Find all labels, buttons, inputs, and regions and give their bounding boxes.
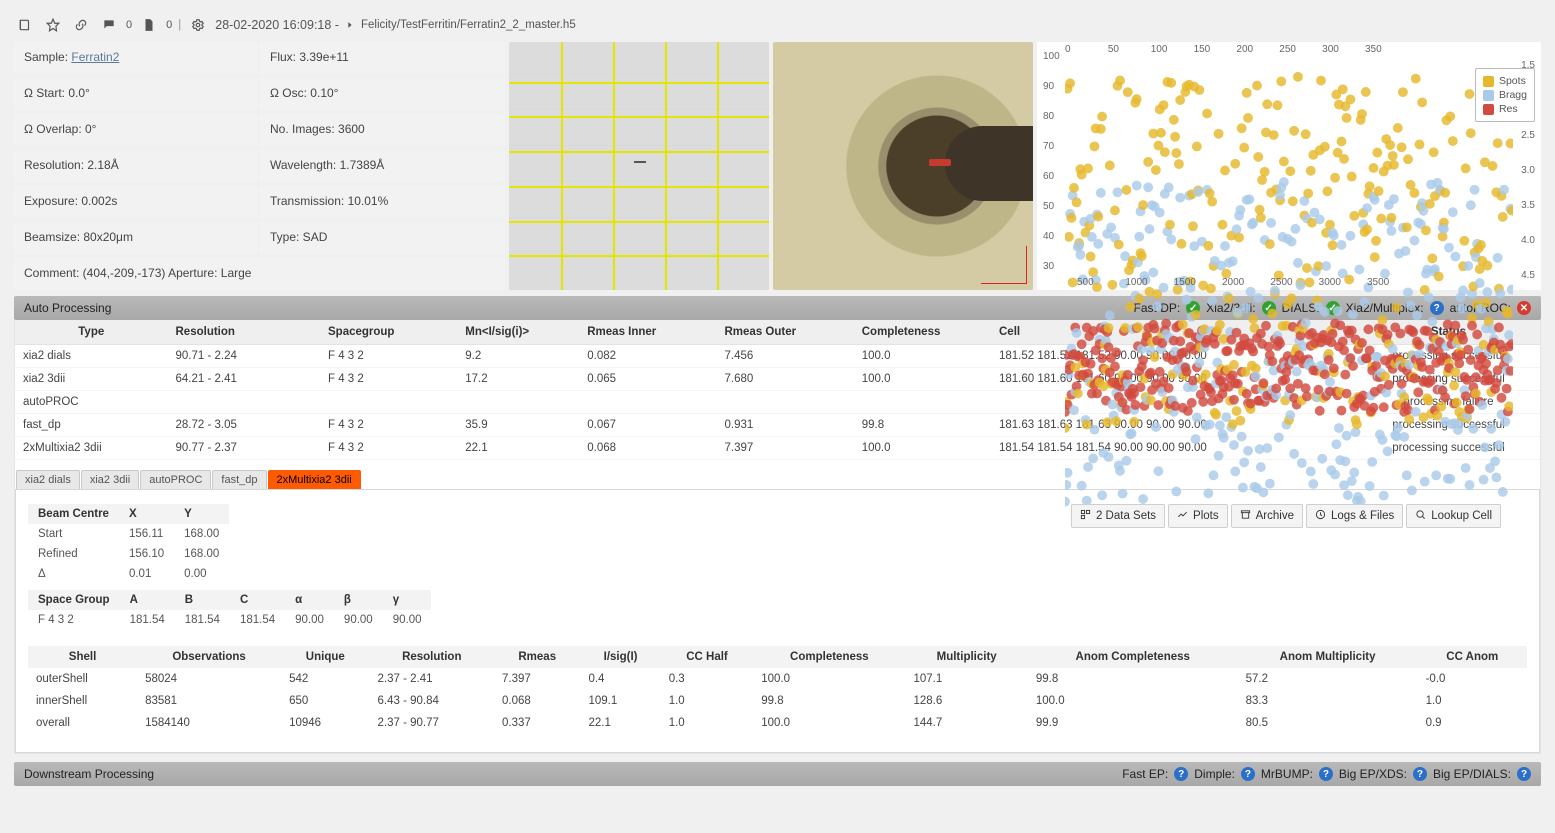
document-icon[interactable] <box>138 14 160 36</box>
shell-stats-table: ShellObservationsUniqueResolutionRmeasI/… <box>28 646 1527 734</box>
action-archive[interactable]: Archive <box>1231 504 1303 528</box>
book-icon[interactable] <box>14 14 36 36</box>
chart-icon <box>1177 509 1188 523</box>
meta-cell: Ω Osc: 0.10° <box>260 78 505 110</box>
question-icon: ? <box>1413 767 1427 781</box>
chart-legend: Spots Bragg Res <box>1475 68 1535 122</box>
spot-chart[interactable]: Spots Bragg Res 304050607080901001.52.02… <box>1037 42 1541 290</box>
action-lookup-cell[interactable]: Lookup Cell <box>1406 504 1501 528</box>
meta-cell: Flux: 3.39e+11 <box>260 42 505 74</box>
question-icon: ? <box>1174 767 1188 781</box>
comment-icon[interactable] <box>98 14 120 36</box>
link-icon[interactable] <box>70 14 92 36</box>
meta-cell: Resolution: 2.18Å <box>14 150 257 182</box>
question-icon: ? <box>1319 767 1333 781</box>
table-row: innerShell835816506.43 - 90.840.068109.1… <box>28 690 1527 712</box>
scale-bar-icon <box>981 246 1027 284</box>
meta-cell: Ω Overlap: 0° <box>14 114 257 146</box>
table-row: overall1584140109462.37 - 90.770.33722.1… <box>28 712 1527 734</box>
header-toolbar: 0 0 | 28-02-2020 16:09:18 - Felicity/Tes… <box>14 14 1541 36</box>
breadcrumb: Felicity/TestFerritin/Ferratin2_2_master… <box>361 19 576 31</box>
clock-icon <box>1315 509 1326 523</box>
meta-cell: Transmission: 10.01% <box>260 186 505 218</box>
meta-cell: Sample: Ferratin2 <box>14 42 257 74</box>
star-icon[interactable] <box>42 14 64 36</box>
meta-cell: Exposure: 0.002s <box>14 186 257 218</box>
search-icon <box>1415 509 1426 523</box>
meta-cell: Wavelength: 1.7389Å <box>260 150 505 182</box>
tab-xia2-3dii[interactable]: xia2 3dii <box>81 470 139 489</box>
sample-link[interactable]: Ferratin2 <box>71 50 119 64</box>
meta-comment: Comment: (404,-209,-173) Aperture: Large <box>14 258 505 290</box>
table-row: Δ0.010.00 <box>28 564 229 584</box>
table-row: Refined156.10168.00 <box>28 544 229 564</box>
table-row: outerShell580245422.37 - 2.417.3970.40.3… <box>28 668 1527 690</box>
diffraction-image[interactable] <box>509 42 769 290</box>
question-icon: ? <box>1517 767 1531 781</box>
downstream-status-row: Fast EP:? Dimple:? MrBUMP:? Big EP/XDS:?… <box>1122 767 1531 781</box>
downstream-title: Downstream Processing <box>24 767 154 781</box>
pipeline-detail-pane: 2 Data SetsPlotsArchiveLogs & FilesLooku… <box>15 489 1540 753</box>
meta-cell: Type: SAD <box>260 222 505 254</box>
meta-cell: Ω Start: 0.0° <box>14 78 257 110</box>
tab-fast_dp[interactable]: fast_dp <box>212 470 266 489</box>
cross-icon: ✕ <box>1517 301 1531 315</box>
document-count: 0 <box>166 19 172 31</box>
archive-icon <box>1240 509 1251 523</box>
tab-2xmultixia2-3dii[interactable]: 2xMultixia2 3dii <box>268 470 361 489</box>
autoproc-title: Auto Processing <box>24 301 111 315</box>
tab-xia2-dials[interactable]: xia2 dials <box>16 470 80 489</box>
grid-icon <box>1080 509 1091 523</box>
action-plots[interactable]: Plots <box>1168 504 1228 528</box>
metadata-grid: Sample: Ferratin2Flux: 3.39e+11Ω Start: … <box>14 42 505 290</box>
meta-cell: No. Images: 3600 <box>260 114 505 146</box>
tab-autoproc[interactable]: autoPROC <box>140 470 211 489</box>
beam-centre-table: Beam CentreXY Start156.11168.00Refined15… <box>28 504 229 584</box>
action-2-data-sets[interactable]: 2 Data Sets <box>1071 504 1165 528</box>
question-icon: ? <box>1241 767 1255 781</box>
action-logs-&-files[interactable]: Logs & Files <box>1306 504 1403 528</box>
spacegroup-table: Space GroupABCαβγ F 4 3 2181.54181.54181… <box>28 590 431 630</box>
gear-icon[interactable] <box>187 14 209 36</box>
meta-cell: Beamsize: 80x20μm <box>14 222 257 254</box>
detail-actions: 2 Data SetsPlotsArchiveLogs & FilesLooku… <box>1071 504 1501 528</box>
table-row: Start156.11168.00 <box>28 524 229 544</box>
downstream-section-bar: Downstream Processing Fast EP:? Dimple:?… <box>14 762 1541 786</box>
chevron-right-icon <box>345 14 355 36</box>
datetime-label: 28-02-2020 16:09:18 - <box>215 18 339 32</box>
crystal-image[interactable] <box>773 42 1033 290</box>
comment-count: 0 <box>126 19 132 31</box>
